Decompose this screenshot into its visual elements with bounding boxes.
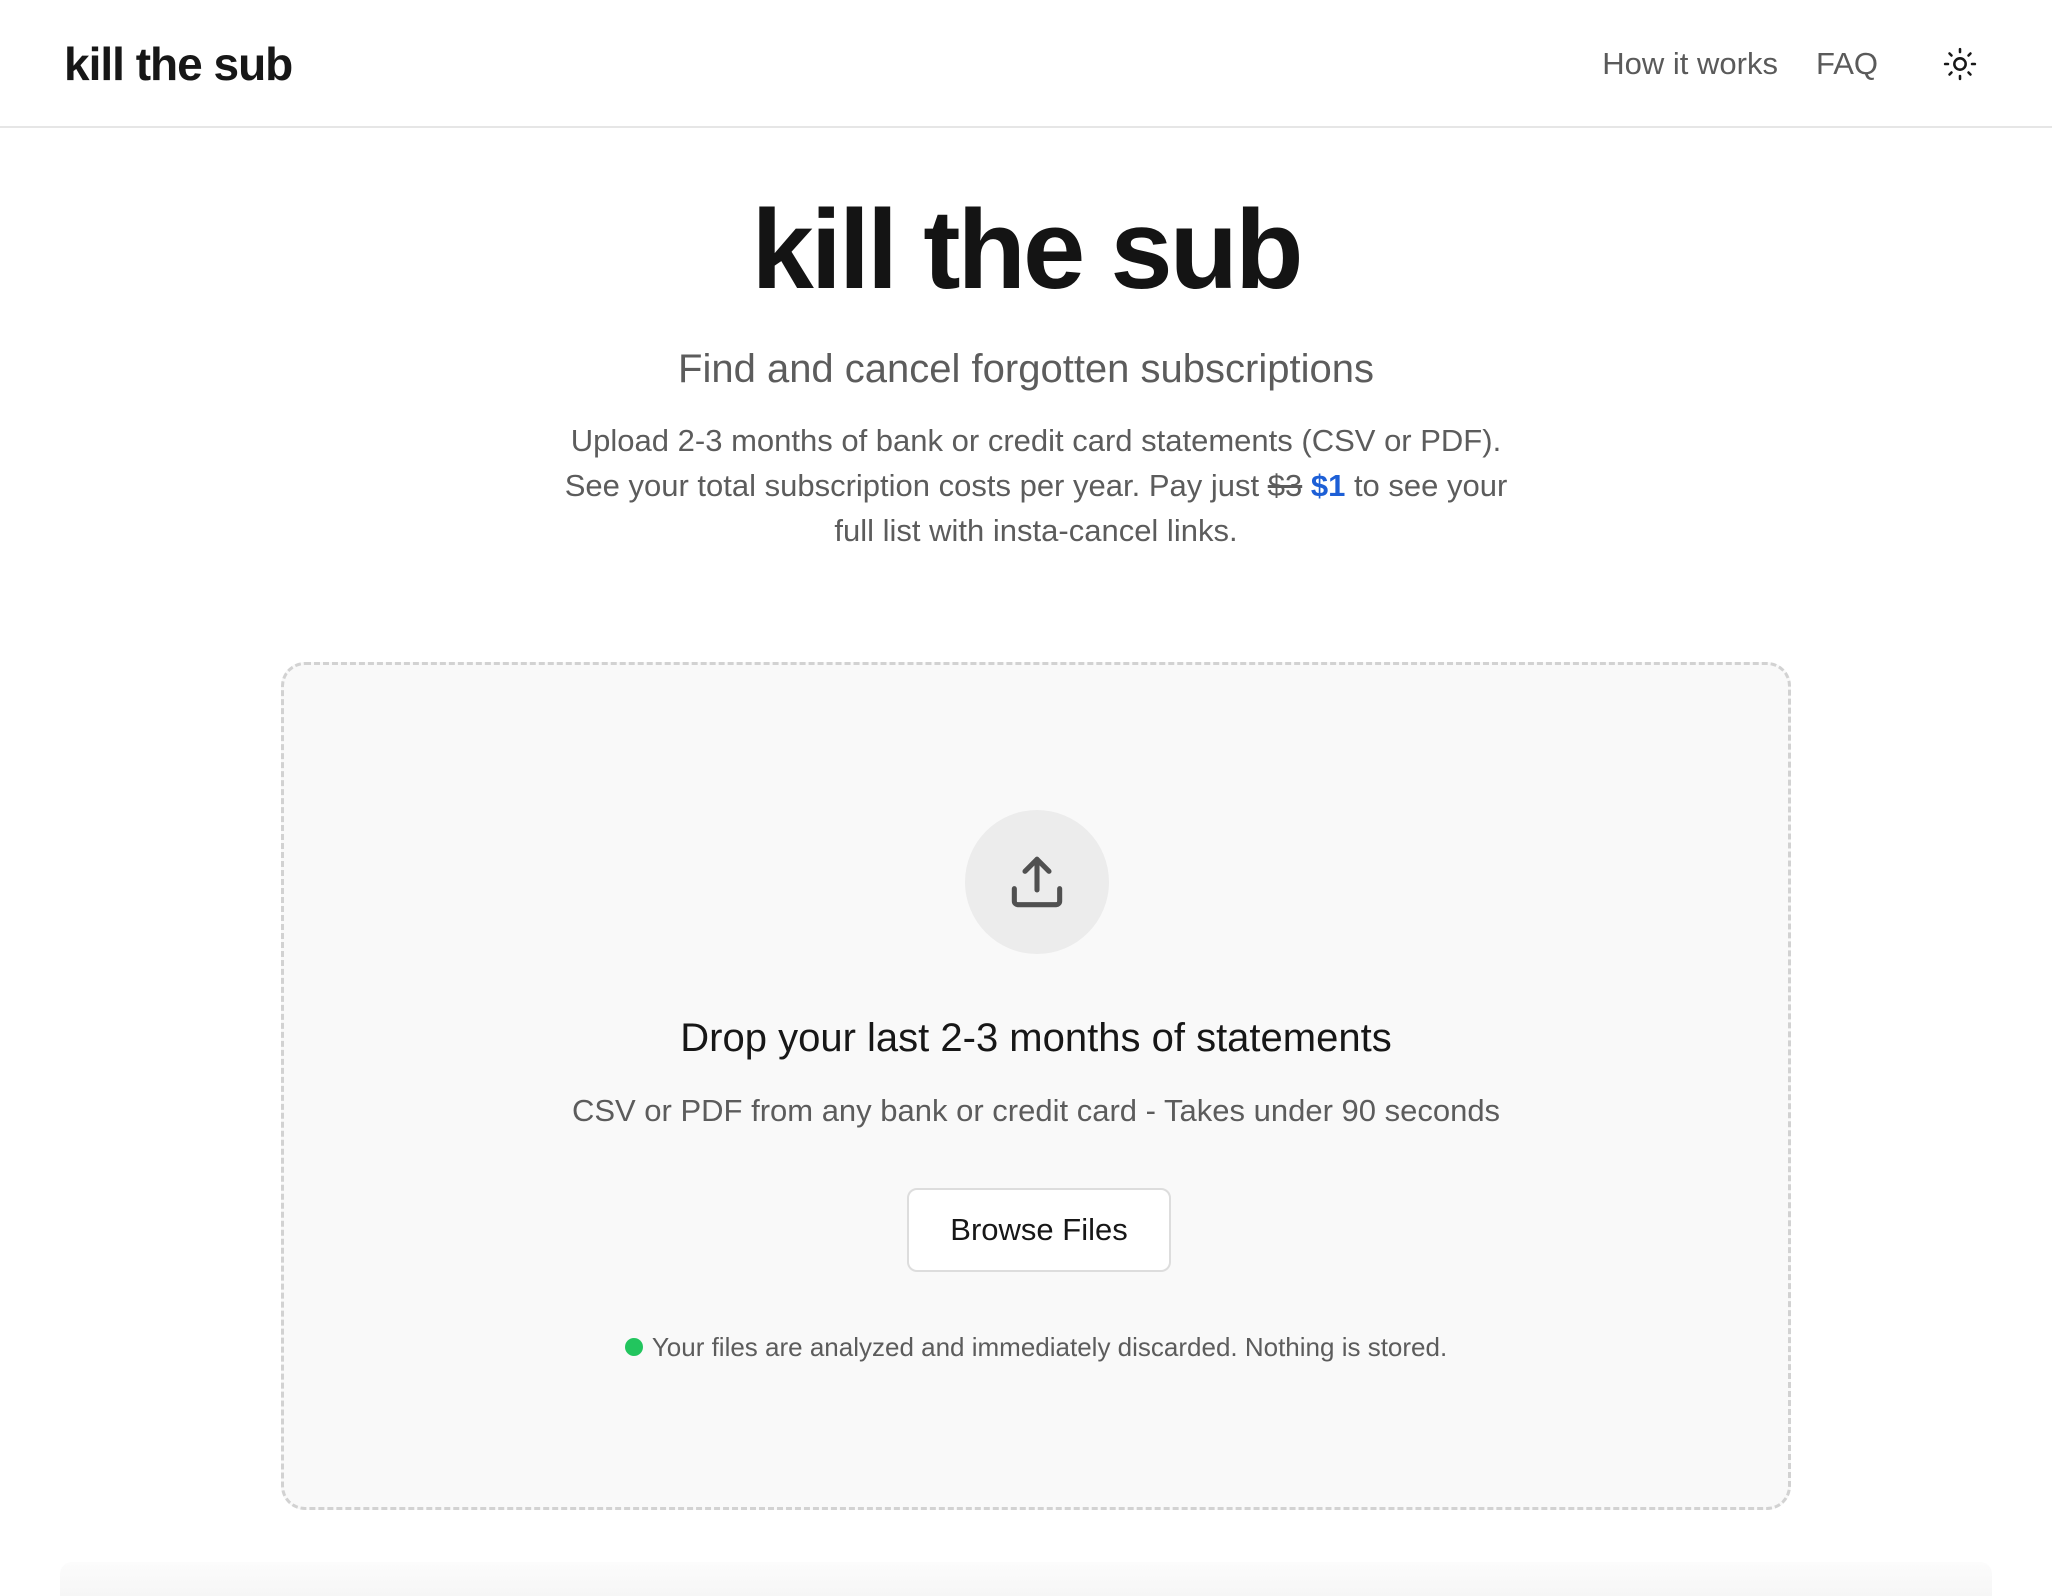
- privacy-note: Your files are analyzed and immediately …: [284, 1329, 1788, 1365]
- hero-description-line-2-suffix: to see your: [1353, 468, 1508, 503]
- sun-icon: [1943, 47, 1977, 81]
- brand-logo[interactable]: kill the sub: [64, 36, 293, 92]
- hero-description-line-3: full list with insta-cancel links.: [834, 513, 1238, 548]
- old-price: $3: [1267, 468, 1303, 503]
- hero-description: Upload 2-3 months of bank or credit card…: [526, 418, 1546, 553]
- status-dot-icon: [624, 1338, 643, 1356]
- hero-description-line-1: Upload 2-3 months of bank or credit card…: [570, 423, 1502, 458]
- dropzone-title: Drop your last 2-3 months of statements: [680, 1016, 1392, 1060]
- nav-link-faq[interactable]: FAQ: [1816, 38, 1878, 90]
- browse-files-button[interactable]: Browse Files: [907, 1188, 1171, 1272]
- nav-link-how-it-works[interactable]: How it works: [1602, 38, 1778, 90]
- hero-description-line-2-prefix: See your total subscription costs per ye…: [564, 468, 1260, 503]
- upload-icon: [1011, 856, 1063, 908]
- theme-toggle-button[interactable]: [1934, 38, 1986, 90]
- next-section-edge: [60, 1562, 1992, 1596]
- new-price: $1: [1310, 468, 1346, 503]
- privacy-note-text: Your files are analyzed and immediately …: [651, 1332, 1448, 1362]
- upload-icon-badge: [965, 810, 1109, 954]
- hero-subtitle: Find and cancel forgotten subscriptions: [678, 347, 1374, 391]
- top-nav-bar: kill the sub How it works FAQ: [0, 0, 2052, 128]
- hero-title: kill the sub: [751, 187, 1304, 312]
- file-dropzone[interactable]: Drop your last 2-3 months of statements …: [281, 662, 1791, 1510]
- main-nav: How it works FAQ: [1602, 38, 1986, 90]
- dropzone-description: CSV or PDF from any bank or credit card …: [571, 1093, 1501, 1128]
